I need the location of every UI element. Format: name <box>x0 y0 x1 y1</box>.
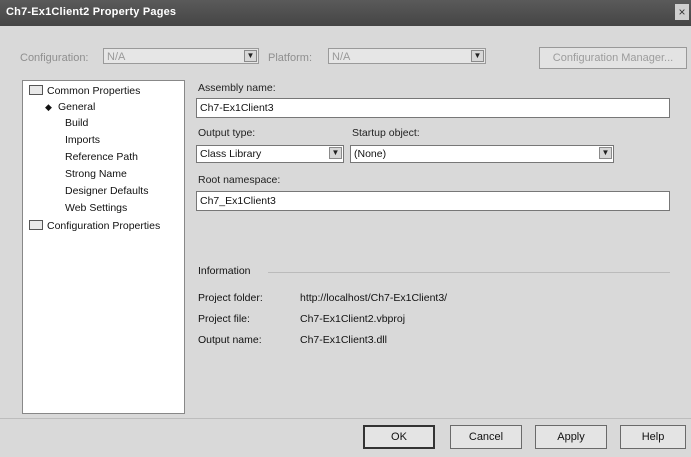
folder-icon <box>29 85 43 95</box>
chevron-down-icon: ▼ <box>471 50 484 62</box>
tree-item-label: General <box>58 101 96 113</box>
tree-node-label: Configuration Properties <box>47 220 161 232</box>
assembly-name-input[interactable]: Ch7-Ex1Client3 <box>196 98 670 118</box>
ok-button[interactable]: OK <box>363 425 435 449</box>
startup-object-value: (None) <box>354 148 387 160</box>
tree-item-imports[interactable]: Imports <box>65 134 100 146</box>
configuration-label: Configuration: <box>20 52 89 64</box>
platform-combo[interactable]: N/A ▼ <box>328 48 486 64</box>
apply-button[interactable]: Apply <box>535 425 607 449</box>
startup-object-label: Startup object: <box>352 127 420 139</box>
tree-item-web-settings[interactable]: Web Settings <box>65 202 127 214</box>
assembly-name-label: Assembly name: <box>198 82 276 94</box>
tree-item-build[interactable]: Build <box>65 117 88 129</box>
window-title: Ch7-Ex1Client2 Property Pages <box>6 6 177 18</box>
selected-arrow-icon: ◆ <box>45 102 52 112</box>
information-heading: Information <box>198 265 251 277</box>
project-file-label: Project file: <box>198 313 250 325</box>
tree-node-label: Common Properties <box>47 85 141 97</box>
root-namespace-input[interactable]: Ch7_Ex1Client3 <box>196 191 670 211</box>
cancel-button[interactable]: Cancel <box>450 425 522 449</box>
tree-item-general[interactable]: ◆ General <box>45 101 95 113</box>
output-type-value: Class Library <box>200 148 262 160</box>
output-name-label: Output name: <box>198 334 262 346</box>
output-type-label: Output type: <box>198 127 256 139</box>
information-divider <box>268 272 670 273</box>
project-folder-value: http://localhost/Ch7-Ex1Client3/ <box>300 292 448 304</box>
help-button[interactable]: Help <box>620 425 686 449</box>
startup-object-combo[interactable]: (None) ▼ <box>350 145 614 163</box>
tree-item-reference-path[interactable]: Reference Path <box>65 151 138 163</box>
title-bar: Ch7-Ex1Client2 Property Pages × <box>0 0 691 26</box>
close-icon[interactable]: × <box>675 4 689 20</box>
tree-item-designer-defaults[interactable]: Designer Defaults <box>65 185 148 197</box>
folder-icon <box>29 220 43 230</box>
platform-value: N/A <box>332 51 351 63</box>
tree-item-strong-name[interactable]: Strong Name <box>65 168 127 180</box>
configuration-value: N/A <box>107 51 126 63</box>
configuration-combo[interactable]: N/A ▼ <box>103 48 259 64</box>
platform-label: Platform: <box>268 52 313 64</box>
button-divider <box>0 418 691 419</box>
output-name-value: Ch7-Ex1Client3.dll <box>300 334 387 346</box>
output-type-combo[interactable]: Class Library ▼ <box>196 145 344 163</box>
chevron-down-icon: ▼ <box>599 147 612 159</box>
tree-node-configuration-properties[interactable]: Configuration Properties <box>29 220 160 232</box>
root-namespace-label: Root namespace: <box>198 174 281 186</box>
project-file-value: Ch7-Ex1Client2.vbproj <box>300 313 406 325</box>
property-tree[interactable]: Common Properties ◆ General Build Imports… <box>22 80 185 414</box>
tree-node-common-properties[interactable]: Common Properties <box>29 85 140 97</box>
chevron-down-icon: ▼ <box>329 147 342 159</box>
chevron-down-icon: ▼ <box>244 50 257 62</box>
project-folder-label: Project folder: <box>198 292 263 304</box>
configuration-manager-button[interactable]: Configuration Manager... <box>539 47 687 69</box>
